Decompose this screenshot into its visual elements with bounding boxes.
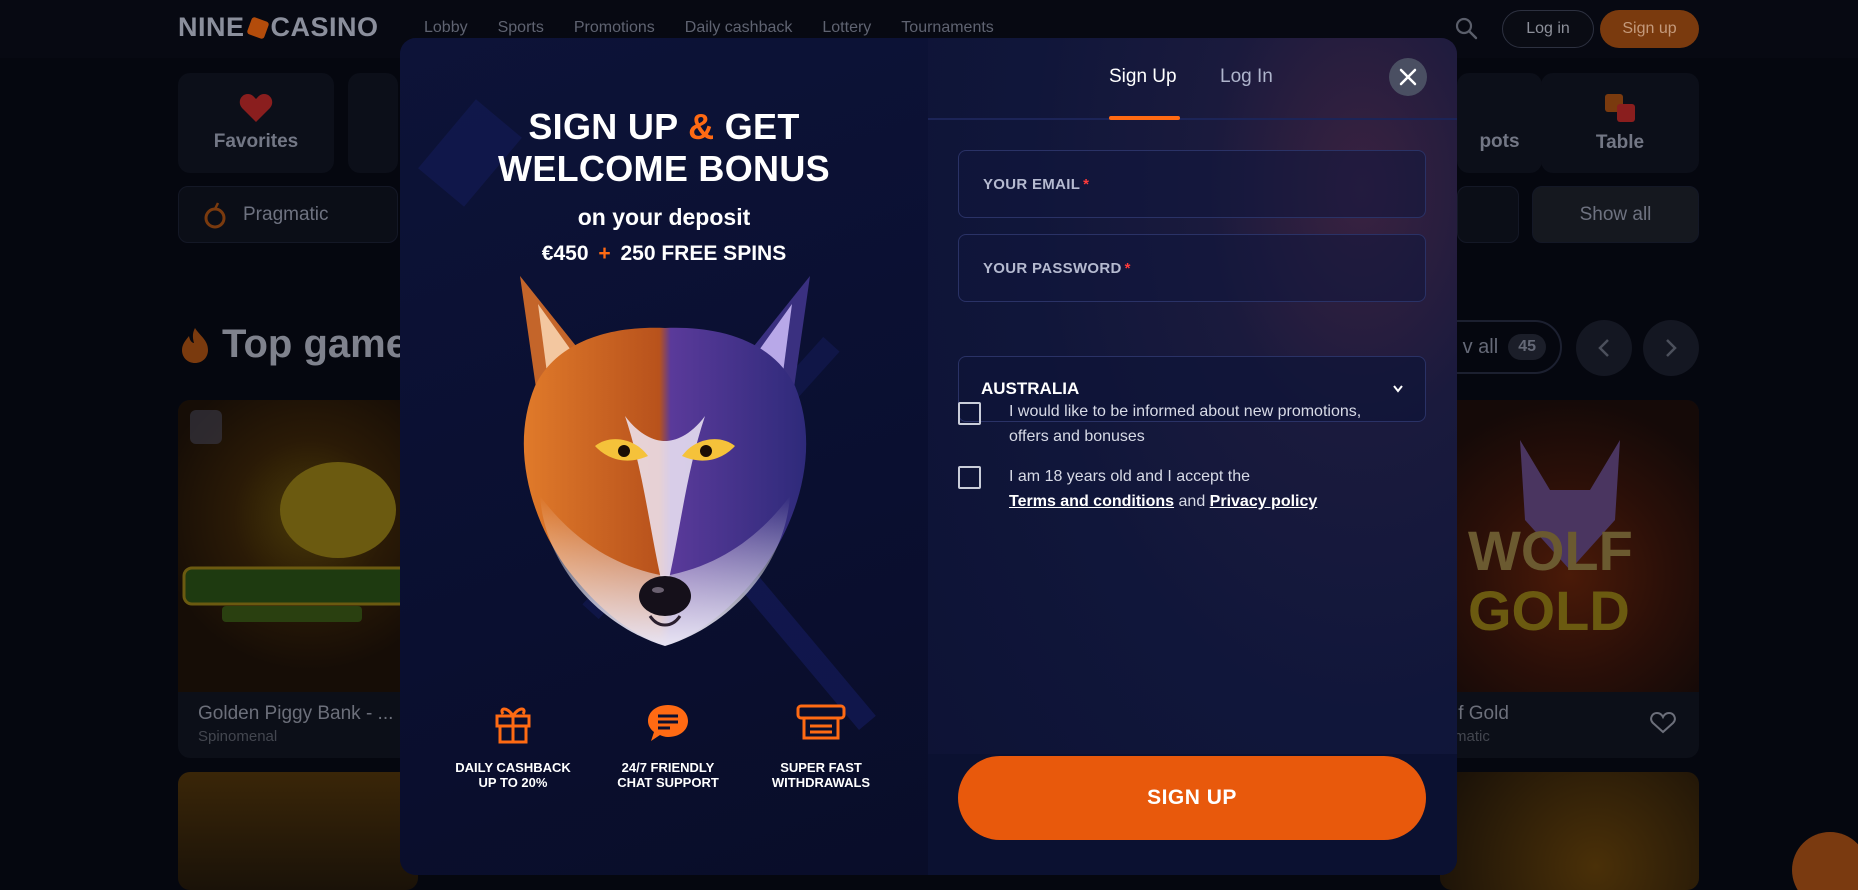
feature-label: SUPER FAST: [780, 760, 862, 775]
promo-consent-label: I would like to be informed about new pr…: [1009, 399, 1429, 449]
email-placeholder: YOUR EMAIL: [983, 175, 1081, 193]
wolf-illustration: [520, 276, 810, 646]
promo-subtitle: on your deposit: [577, 204, 751, 230]
promo-title-amp: &: [688, 106, 715, 147]
wallet-icon: [796, 704, 846, 740]
consent-text: I would like to be informed about new pr…: [1009, 403, 1362, 420]
offer-plus: +: [598, 242, 611, 265]
promo-title-line2: WELCOME BONUS: [498, 148, 830, 189]
required-mark: *: [1083, 175, 1090, 193]
promo-title-part: GET: [724, 106, 800, 147]
feature-fast-withdrawals: SUPER FAST WITHDRAWALS: [746, 700, 896, 790]
active-tab-indicator: [1109, 116, 1180, 120]
close-button[interactable]: [1389, 58, 1427, 96]
offer-spins: 250 FREE SPINS: [620, 242, 787, 265]
feature-label: UP TO 20%: [478, 775, 548, 790]
feature-label: DAILY CASHBACK: [455, 760, 571, 775]
required-mark: *: [1124, 259, 1131, 277]
email-field[interactable]: YOUR EMAIL *: [958, 150, 1426, 218]
gift-icon: [495, 707, 531, 744]
chevron-down-icon: [1393, 385, 1403, 393]
promo-offer: €450 + 250 FREE SPINS: [400, 242, 928, 266]
and-text: and: [1178, 493, 1206, 510]
feature-label: 24/7 FRIENDLY: [621, 760, 715, 775]
close-icon: [1399, 68, 1417, 86]
promo-panel: SIGN UP & GET WELCOME BONUS on your depo…: [400, 38, 928, 875]
password-field[interactable]: YOUR PASSWORD *: [958, 234, 1426, 302]
consent-text: offers and bonuses: [1009, 428, 1145, 445]
age-terms-label: I am 18 years old and I accept the Terms…: [1009, 464, 1429, 514]
feature-label: CHAT SUPPORT: [617, 775, 719, 790]
country-value: AUSTRALIA: [981, 379, 1080, 398]
age-terms-checkbox[interactable]: [958, 466, 981, 489]
tab-login[interactable]: Log In: [1220, 66, 1273, 88]
feature-label: WITHDRAWALS: [771, 775, 871, 790]
feature-chat-support: 24/7 FRIENDLY CHAT SUPPORT: [593, 700, 743, 790]
terms-link[interactable]: Terms and conditions: [1009, 493, 1174, 510]
form-panel: Sign Up Log In YOUR EMAIL * YOUR PASSWORD…: [928, 38, 1457, 875]
chat-icon: [648, 705, 688, 741]
feature-daily-cashback: DAILY CASHBACK UP TO 20%: [438, 700, 588, 790]
promo-title-part: SIGN UP: [528, 106, 678, 147]
offer-amount: €450: [541, 242, 589, 265]
consent-text: I am 18 years old and I accept the: [1009, 468, 1251, 485]
signup-submit-button[interactable]: SIGN UP: [958, 756, 1426, 840]
password-placeholder: YOUR PASSWORD: [983, 259, 1122, 277]
privacy-link[interactable]: Privacy policy: [1210, 493, 1318, 510]
tabs-divider: [928, 118, 1457, 120]
tab-signup[interactable]: Sign Up: [1109, 66, 1177, 88]
promo-consent-checkbox[interactable]: [958, 402, 981, 425]
promo-title: SIGN UP & GET WELCOME BONUS: [400, 106, 928, 190]
signup-modal: SIGN UP & GET WELCOME BONUS on your depo…: [400, 38, 1457, 875]
